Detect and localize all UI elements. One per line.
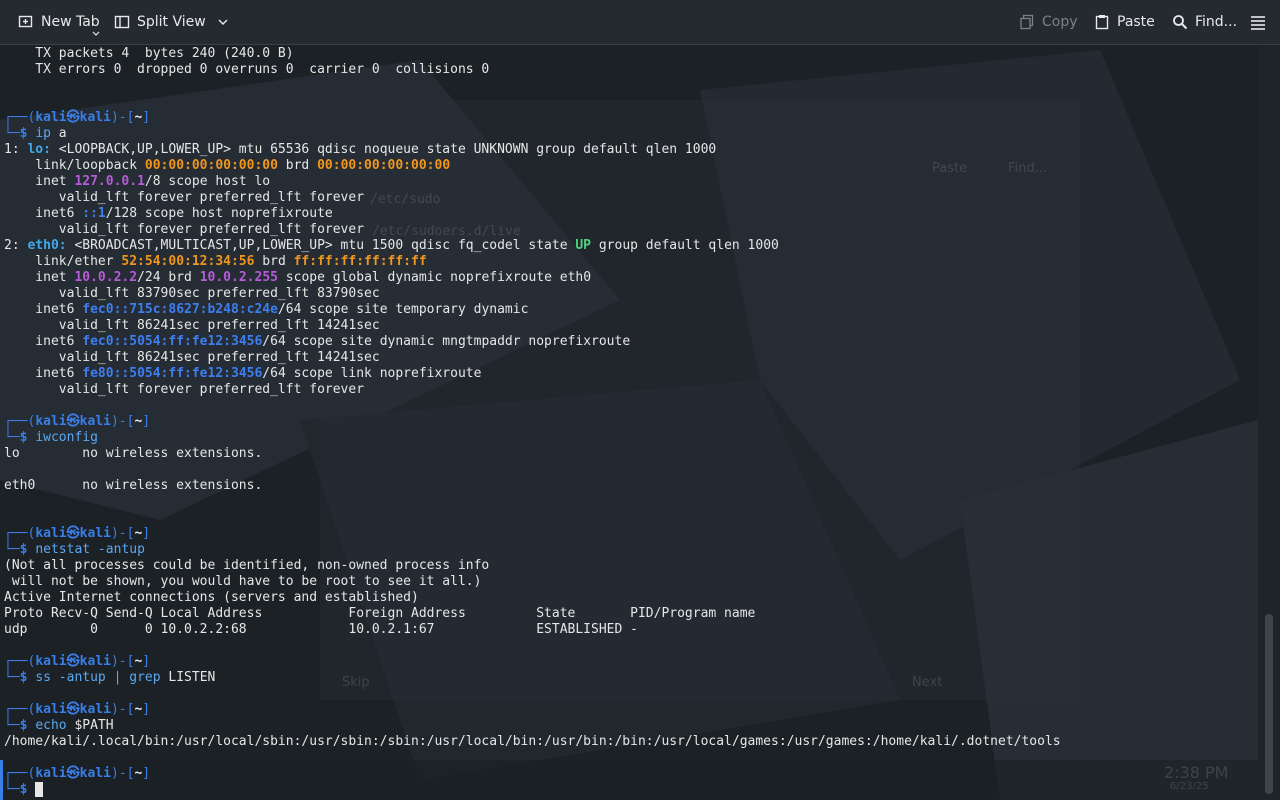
terminal-line: 1: lo: <LOOPBACK,UP,LOWER_UP> mtu 65536 … [4, 142, 717, 157]
prompt-line: ┌──(kali㉿kali)-[~] [4, 654, 151, 669]
command-line: └─$ echo $PATH [4, 718, 114, 733]
terminal-line: valid_lft 86241sec preferred_lft 14241se… [4, 318, 380, 333]
terminal-line: link/ether 52:54:00:12:34:56 brd ff:ff:f… [4, 254, 427, 269]
terminal-line: (Not all processes could be identified, … [4, 558, 490, 573]
terminal-line: Active Internet connections (servers and… [4, 590, 419, 605]
prompt-line: ┌──(kali㉿kali)-[~] [4, 110, 151, 125]
paste-icon [1095, 15, 1109, 30]
paste-label: Paste [1117, 14, 1155, 30]
find-button[interactable]: Find... [1164, 6, 1245, 38]
terminal-line: inet6 fec0::5054:ff:fe12:3456/64 scope s… [4, 334, 631, 349]
menu-button[interactable] [1242, 6, 1274, 38]
split-view-button[interactable]: Split View [106, 6, 237, 38]
split-view-icon [114, 15, 130, 29]
command-line: └─$ netstat -antup [4, 542, 145, 557]
prompt-line: ┌──(kali㉿kali)-[~] [4, 414, 151, 429]
search-icon [1173, 15, 1188, 30]
text-cursor [35, 782, 44, 797]
new-tab-label: New Tab [41, 14, 100, 30]
terminal-toolbar: New Tab Split View Copy Paste Find... [0, 0, 1280, 45]
command-line: └─$ [4, 782, 44, 798]
chevron-down-icon [92, 31, 100, 36]
terminal-line: /home/kali/.local/bin:/usr/local/sbin:/u… [4, 734, 1061, 749]
active-line-marker [0, 760, 3, 800]
split-view-label: Split View [137, 14, 206, 30]
prompt-line: ┌──(kali㉿kali)-[~] [4, 526, 151, 541]
hamburger-menu-icon [1251, 16, 1265, 30]
terminal-line: eth0 no wireless extensions. [4, 478, 263, 493]
terminal-line: Proto Recv-Q Send-Q Local Address Foreig… [4, 606, 756, 621]
prompt-line: ┌──(kali㉿kali)-[~] [4, 702, 151, 717]
terminal-line: link/loopback 00:00:00:00:00:00 brd 00:0… [4, 158, 451, 173]
command-line: └─$ ip a [4, 126, 67, 141]
terminal-line: lo no wireless extensions. [4, 446, 263, 461]
terminal-line: valid_lft forever preferred_lft forever [4, 382, 365, 397]
copy-icon [1020, 14, 1034, 30]
command-line: └─$ ss -antup | grep LISTEN [4, 670, 216, 685]
scrollbar-thumb[interactable] [1265, 614, 1273, 794]
prompt-line: ┌──(kali㉿kali)-[~] [4, 766, 151, 781]
paste-button[interactable]: Paste [1086, 6, 1163, 38]
terminal-line: inet6 fe80::5054:ff:fe12:3456/64 scope l… [4, 366, 482, 381]
terminal-line: udp 0 0 10.0.2.2:68 10.0.2.1:67 ESTABLIS… [4, 622, 638, 637]
terminal-line: inet 127.0.0.1/8 scope host lo [4, 174, 271, 189]
terminal-output[interactable]: TX packets 4 bytes 240 (240.0 B) TX erro… [0, 46, 1258, 800]
find-label: Find... [1195, 14, 1238, 30]
terminal-line: TX errors 0 dropped 0 overruns 0 carrier… [4, 62, 490, 77]
terminal-line: valid_lft forever preferred_lft forever [4, 222, 365, 237]
terminal-line: inet6 fec0::715c:8627:b248:c24e/64 scope… [4, 302, 529, 317]
terminal-line: inet6 ::1/128 scope host noprefixroute [4, 206, 333, 221]
terminal-line: valid_lft 86241sec preferred_lft 14241se… [4, 350, 380, 365]
command-line: └─$ iwconfig [4, 430, 98, 445]
terminal-line: valid_lft 83790sec preferred_lft 83790se… [4, 286, 380, 301]
terminal-line: 2: eth0: <BROADCAST,MULTICAST,UP,LOWER_U… [4, 238, 779, 253]
terminal-line: will not be shown, you would have to be … [4, 574, 482, 589]
new-tab-button[interactable]: New Tab [10, 6, 108, 38]
chevron-down-icon [218, 19, 228, 25]
copy-button[interactable]: Copy [1011, 6, 1086, 38]
terminal-line: inet 10.0.2.2/24 brd 10.0.2.255 scope gl… [4, 270, 592, 285]
terminal-line: valid_lft forever preferred_lft forever [4, 190, 365, 205]
terminal-line: TX packets 4 bytes 240 (240.0 B) [4, 46, 294, 61]
copy-label: Copy [1042, 14, 1078, 30]
new-tab-icon [18, 15, 33, 28]
